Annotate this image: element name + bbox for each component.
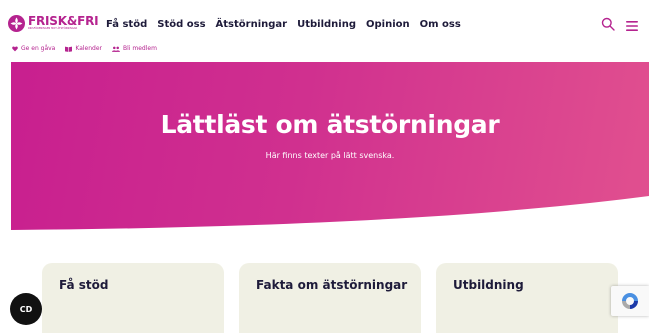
hero-banner: Lättläst om ätstörningar Här finns texte… [11, 62, 649, 230]
logo-tagline: RIKSFÖRENINGEN MOT ÄTSTÖRNINGAR [28, 27, 78, 30]
cookie-button-label: CD [19, 305, 33, 314]
hamburger-menu-icon [626, 21, 638, 31]
cookie-settings-button[interactable]: CD [10, 293, 42, 325]
nav-item-atstorningar[interactable]: Ätstörningar [216, 19, 288, 30]
heart-icon [12, 45, 18, 51]
nav-item-fa-stod[interactable]: Få stöd [106, 19, 147, 30]
recaptcha-badge[interactable] [611, 286, 649, 316]
card-title: Få stöd [59, 278, 109, 292]
search-button[interactable] [601, 16, 615, 31]
calendar-icon [65, 46, 73, 52]
page-subtitle: Här finns texter på lätt svenska. [265, 151, 395, 160]
nav-item-opinion[interactable]: Opinion [366, 19, 410, 30]
site-header: FRISK&FRI RIKSFÖRENINGEN MOT ÄTSTÖRNINGA… [0, 0, 649, 62]
nav-item-utbildning[interactable]: Utbildning [297, 19, 356, 30]
recaptcha-icon [622, 293, 638, 309]
sub-nav-become-member[interactable]: Bli medlem [112, 45, 157, 52]
card-fakta-om-atstorningar[interactable]: Fakta om ätstörningar [239, 263, 421, 333]
flower-logo-icon [8, 15, 25, 32]
sub-nav-label: Kalender [75, 45, 103, 52]
menu-button[interactable] [626, 17, 638, 31]
members-icon [112, 46, 121, 52]
sub-nav: Ge en gåva Kalender Bli medlem [12, 45, 157, 52]
sub-nav-give-gift[interactable]: Ge en gåva [12, 45, 55, 52]
card-title: Fakta om ätstörningar [256, 278, 408, 292]
hero-wave-decoration [11, 196, 649, 230]
sub-nav-calendar[interactable]: Kalender [65, 45, 102, 52]
page-title: Lättläst om ätstörningar [160, 110, 500, 139]
card-fa-stod[interactable]: Få stöd [42, 263, 224, 333]
card-utbildning[interactable]: Utbildning [436, 263, 618, 333]
sub-nav-label: Ge en gåva [21, 45, 56, 52]
main-nav: Få stöd Stöd oss Ätstörningar Utbildning… [106, 19, 461, 30]
sub-nav-label: Bli medlem [123, 45, 157, 52]
search-icon [601, 17, 615, 31]
nav-item-stod-oss[interactable]: Stöd oss [157, 19, 205, 30]
logo[interactable]: FRISK&FRI RIKSFÖRENINGEN MOT ÄTSTÖRNINGA… [8, 14, 99, 32]
logo-text: FRISK&FRI [28, 14, 99, 28]
card-title: Utbildning [453, 278, 524, 292]
nav-item-om-oss[interactable]: Om oss [420, 19, 461, 30]
